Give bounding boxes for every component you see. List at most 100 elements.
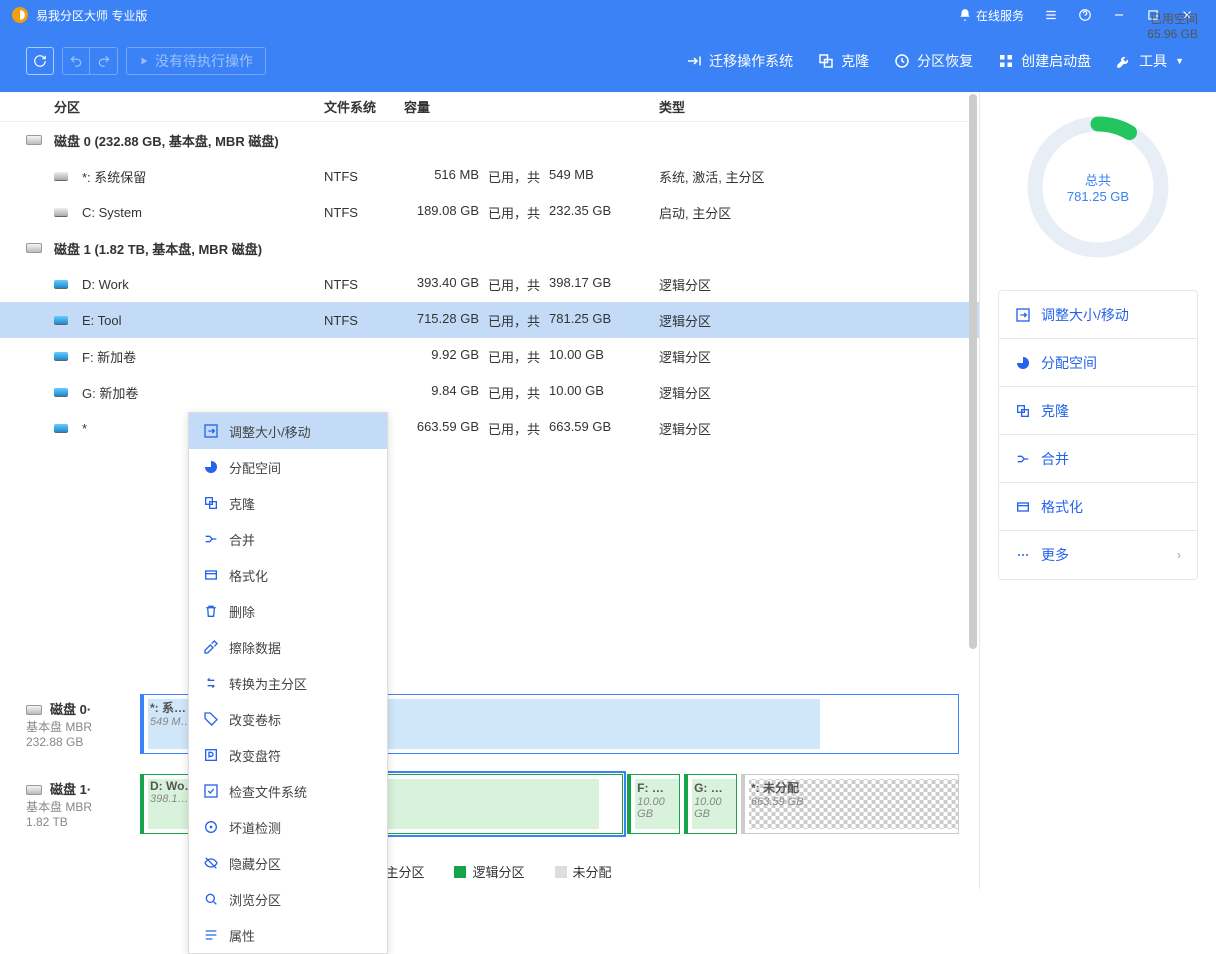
ctx-resize[interactable]: 调整大小/移动 xyxy=(189,413,387,449)
drive-icon xyxy=(54,208,68,217)
partition-bar[interactable]: F: 新加卷… 10.00 GB xyxy=(627,774,680,834)
ctx-hide[interactable]: 隐藏分区 xyxy=(189,845,387,881)
drive-icon xyxy=(54,280,68,289)
partition-tree: 磁盘 0 (232.88 GB, 基本盘, MBR 磁盘) *: 系统保留 NT… xyxy=(0,122,979,446)
disk-row[interactable]: 磁盘 0 (232.88 GB, 基本盘, MBR 磁盘) xyxy=(0,122,979,158)
ctx-browse[interactable]: 浏览分区 xyxy=(189,881,387,917)
partition-row[interactable]: C: System NTFS 189.08 GB已用，共232.35 GB 启动… xyxy=(0,194,979,230)
delete-icon xyxy=(203,603,219,619)
app-title: 易我分区大师 专业版 xyxy=(36,7,147,24)
ctx-merge[interactable]: 合并 xyxy=(189,521,387,557)
side-more-button[interactable]: 更多 › xyxy=(999,531,1197,579)
refresh-button[interactable] xyxy=(26,47,54,75)
more-icon xyxy=(1015,547,1031,563)
minimize-button[interactable] xyxy=(1102,0,1136,30)
ctx-clone[interactable]: 克隆 xyxy=(189,485,387,521)
col-partition[interactable]: 分区 xyxy=(54,97,324,116)
ctx-format[interactable]: 格式化 xyxy=(189,557,387,593)
side-actions: 调整大小/移动 分配空间 克隆 合并 格式化 更多 › xyxy=(998,290,1198,580)
disk-icon xyxy=(26,785,42,795)
legend: 主分区 逻辑分区 未分配 xyxy=(0,854,979,889)
pending-ops-button[interactable]: 没有待执行操作 xyxy=(126,47,266,75)
scrollbar[interactable] xyxy=(969,94,977,887)
app-logo-icon xyxy=(12,7,28,23)
toolbar: 没有待执行操作 迁移操作系统 克隆 分区恢复 创建启动盘 工具 ▼ xyxy=(0,30,1216,92)
tag-icon xyxy=(203,711,219,727)
clone-icon xyxy=(203,495,219,511)
bell-icon xyxy=(958,8,972,22)
redo-button[interactable] xyxy=(90,47,118,75)
bootdisk-icon xyxy=(997,52,1015,70)
menu-list-button[interactable] xyxy=(1034,0,1068,30)
help-button[interactable] xyxy=(1068,0,1102,30)
ctx-convert-primary[interactable]: 转换为主分区 xyxy=(189,665,387,701)
wipe-icon xyxy=(203,639,219,655)
col-fs[interactable]: 文件系统 xyxy=(324,97,404,116)
side-allocate-button[interactable]: 分配空间 xyxy=(999,339,1197,387)
clone-icon xyxy=(1015,403,1031,419)
chevron-down-icon: ▼ xyxy=(1175,56,1184,66)
legend-logical: 逻辑分区 xyxy=(454,862,524,881)
ctx-properties[interactable]: 属性 xyxy=(189,917,387,953)
partition-row[interactable]: D: Work NTFS 393.40 GB已用，共398.17 GB 逻辑分区 xyxy=(0,266,979,302)
side-format-button[interactable]: 格式化 xyxy=(999,483,1197,531)
undo-icon xyxy=(69,54,83,68)
ctx-change-label[interactable]: 改变卷标 xyxy=(189,701,387,737)
disk-icon xyxy=(26,243,42,253)
toolbar-bootdisk-button[interactable]: 创建启动盘 xyxy=(985,51,1103,71)
disk-bar: 磁盘 1· 基本盘 MBR 1.82 TB D: Wo… 398.1… E: T… xyxy=(20,774,959,834)
ctx-change-letter[interactable]: 改变盘符 xyxy=(189,737,387,773)
drive-icon xyxy=(54,316,68,325)
check-icon xyxy=(203,783,219,799)
titlebar: 易我分区大师 专业版 在线服务 xyxy=(0,0,1216,30)
side-merge-button[interactable]: 合并 xyxy=(999,435,1197,483)
col-type[interactable]: 类型 xyxy=(659,97,979,116)
toolbar-recovery-button[interactable]: 分区恢复 xyxy=(881,51,985,71)
ctx-wipe[interactable]: 擦除数据 xyxy=(189,629,387,665)
ctx-allocate[interactable]: 分配空间 xyxy=(189,449,387,485)
toolbar-tools-button[interactable]: 工具 ▼ xyxy=(1103,51,1196,71)
undo-button[interactable] xyxy=(62,47,90,75)
partition-row[interactable]: G: 新加卷 9.84 GB已用，共10.00 GB 逻辑分区 xyxy=(0,374,979,410)
merge-icon xyxy=(203,531,219,547)
help-icon xyxy=(1078,8,1092,22)
redo-icon xyxy=(97,54,111,68)
column-headers: 分区 文件系统 容量 类型 xyxy=(0,92,979,122)
format-icon xyxy=(1015,499,1031,515)
disk-row[interactable]: 磁盘 1 (1.82 TB, 基本盘, MBR 磁盘) xyxy=(0,230,979,266)
browse-icon xyxy=(203,891,219,907)
context-menu: 调整大小/移动 分配空间 克隆 合并 格式化 删除 擦除数据 转换为主分区 改变… xyxy=(188,412,388,954)
disk-bar: 磁盘 0· 基本盘 MBR 232.88 GB *: 系统… 549 M… C:… xyxy=(20,694,959,754)
partition-row[interactable]: *: 系统保留 NTFS 516 MB已用，共549 MB 系统, 激活, 主分… xyxy=(0,158,979,194)
list-icon xyxy=(1044,8,1058,22)
ctx-bad-sector[interactable]: 坏道检测 xyxy=(189,809,387,845)
minimize-icon xyxy=(1112,8,1126,22)
toolbar-clone-button[interactable]: 克隆 xyxy=(805,51,881,71)
partition-row[interactable]: * 663.59 GB已用，共663.59 GB 逻辑分区 xyxy=(0,410,979,446)
toolbar-migrate-os-button[interactable]: 迁移操作系统 xyxy=(673,51,805,71)
pie-icon xyxy=(203,459,219,475)
play-icon xyxy=(139,56,149,66)
used-space-label: 已用空间 65.96 GB xyxy=(1147,10,1198,41)
partition-row[interactable]: F: 新加卷 9.92 GB已用，共10.00 GB 逻辑分区 xyxy=(0,338,979,374)
side-resize-button[interactable]: 调整大小/移动 xyxy=(999,291,1197,339)
ctx-delete[interactable]: 删除 xyxy=(189,593,387,629)
clone-icon xyxy=(817,52,835,70)
convert-icon xyxy=(203,675,219,691)
partition-bar[interactable]: G: 新加卷… 10.00 GB xyxy=(684,774,737,834)
col-capacity[interactable]: 容量 xyxy=(404,97,659,116)
ctx-check-fs[interactable]: 检查文件系统 xyxy=(189,773,387,809)
partition-bar[interactable]: *: 未分配 663.59 GB xyxy=(741,774,959,834)
drive-icon xyxy=(54,388,68,397)
refresh-icon xyxy=(33,54,47,68)
resize-icon xyxy=(203,423,219,439)
drive-icon xyxy=(54,424,68,433)
merge-icon xyxy=(1015,451,1031,467)
partition-row[interactable]: E: Tool NTFS 715.28 GB已用，共781.25 GB 逻辑分区 xyxy=(0,302,979,338)
side-clone-button[interactable]: 克隆 xyxy=(999,387,1197,435)
legend-unallocated: 未分配 xyxy=(555,862,612,881)
disk-map: 磁盘 0· 基本盘 MBR 232.88 GB *: 系统… 549 M… C:… xyxy=(0,682,979,854)
pie-icon xyxy=(1015,355,1031,371)
tools-icon xyxy=(1115,52,1133,70)
online-service-button[interactable]: 在线服务 xyxy=(948,0,1034,30)
